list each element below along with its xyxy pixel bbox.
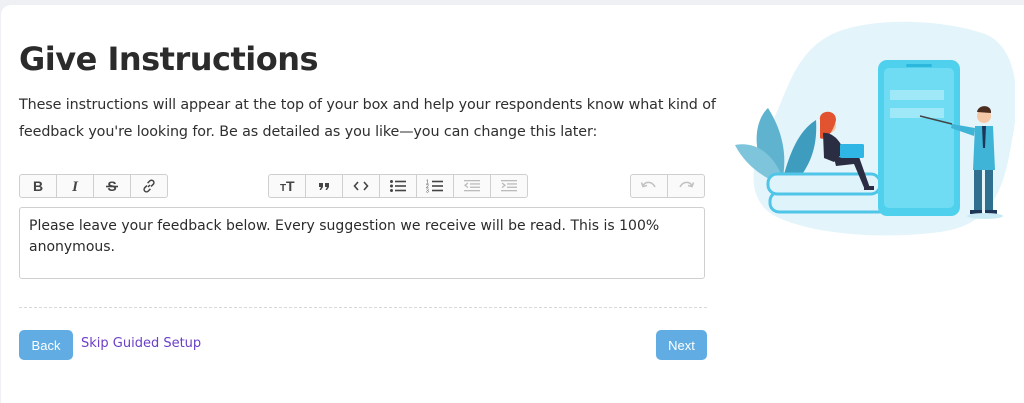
quote-button[interactable]	[306, 174, 343, 198]
skip-guided-setup-link[interactable]: Skip Guided Setup	[81, 336, 201, 351]
numbered-list-icon: 1 2 3	[426, 180, 443, 194]
undo-icon	[640, 181, 656, 188]
indent-icon	[501, 180, 517, 192]
heading-icon: T T	[280, 179, 295, 193]
link-button[interactable]	[131, 174, 168, 198]
italic-button[interactable]: I	[57, 174, 94, 198]
outdent-icon	[463, 180, 480, 192]
feedback-illustration	[735, 21, 1015, 236]
undo-button[interactable]	[630, 174, 668, 198]
svg-text:T: T	[286, 179, 295, 193]
heading-button[interactable]: T T	[268, 174, 306, 198]
link-icon	[143, 179, 155, 193]
next-button[interactable]: Next	[656, 330, 707, 360]
outdent-button[interactable]	[454, 174, 491, 198]
bold-icon: B	[33, 179, 43, 193]
redo-icon	[679, 181, 695, 188]
history-toolbar-group	[630, 174, 705, 198]
svg-text:I: I	[71, 179, 79, 193]
indent-button[interactable]	[491, 174, 528, 198]
format-toolbar-group: B I S	[19, 174, 168, 198]
svg-text:B: B	[33, 179, 43, 193]
svg-text:3: 3	[426, 189, 429, 194]
bullet-list-icon	[390, 180, 406, 192]
strikethrough-icon: S	[106, 179, 118, 193]
section-divider	[19, 307, 707, 308]
instructions-editor[interactable]: Please leave your feedback below. Every …	[19, 207, 705, 279]
quote-icon	[319, 183, 329, 190]
strikethrough-button[interactable]: S	[94, 174, 131, 198]
code-button[interactable]	[343, 174, 380, 198]
redo-button[interactable]	[668, 174, 705, 198]
page-description: These instructions will appear at the to…	[19, 97, 716, 140]
italic-icon: I	[71, 179, 79, 193]
bold-button[interactable]: B	[19, 174, 57, 198]
code-icon	[353, 181, 369, 191]
bullet-list-button[interactable]	[380, 174, 417, 198]
block-toolbar-group: T T 1 2 3	[268, 174, 528, 198]
numbered-list-button[interactable]: 1 2 3	[417, 174, 454, 198]
page-title: Give Instructions	[19, 40, 319, 78]
back-button[interactable]: Back	[19, 330, 73, 360]
